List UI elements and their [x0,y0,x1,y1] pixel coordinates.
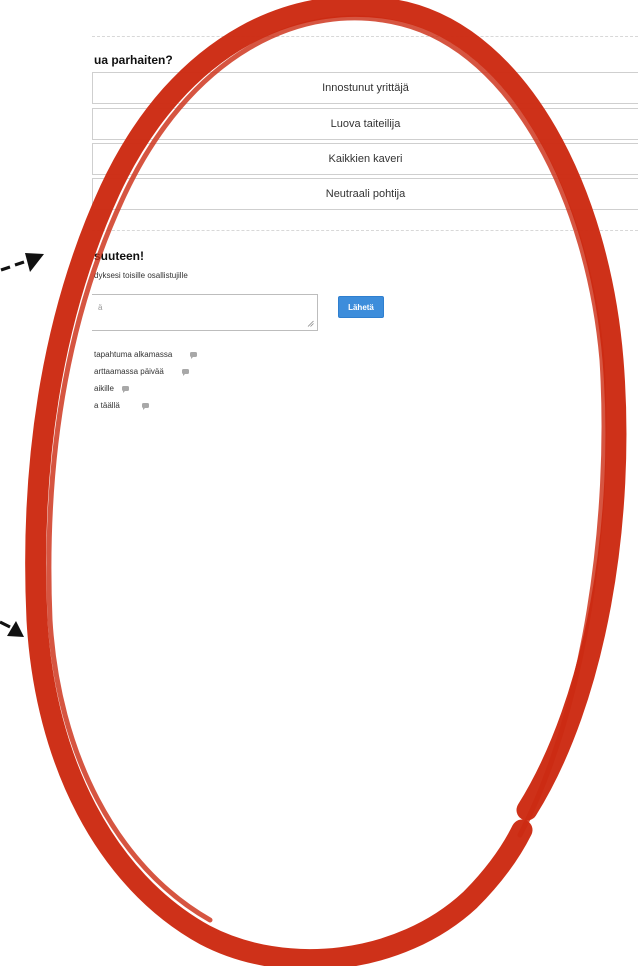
resize-handle-icon[interactable] [307,320,314,327]
comment-item: aikille [94,383,197,400]
comments-description: dyksesi toisille osallistujille [94,271,188,280]
poll-option-4[interactable]: Neutraali pohtija [92,178,638,210]
poll-question: ua parhaiten? [94,53,173,67]
comment-text: tapahtuma alkamassa [94,350,173,359]
poll-options: Innostunut yrittäjä Luova taiteilija Kai… [92,72,638,213]
send-button[interactable]: Lähetä [338,296,384,318]
poll-option-label: Innostunut yrittäjä [322,82,409,94]
arrow-upper [0,253,44,272]
section-divider [92,36,638,37]
comment-input[interactable]: ä [92,294,318,331]
comment-input-text: ä [98,303,103,312]
comment-bubble-icon[interactable] [122,386,130,393]
comment-item: arttaamassa päivää [94,366,197,383]
section-divider [92,230,638,231]
poll-option-1[interactable]: Innostunut yrittäjä [92,72,638,104]
comment-bubble-icon[interactable] [141,403,149,410]
poll-option-label: Neutraali pohtija [325,188,406,200]
comment-text: aikille [94,384,115,393]
poll-option-label: Luova taiteilija [330,118,401,130]
comment-item: a täällä [94,400,197,417]
poll-option-2[interactable]: Luova taiteilija [92,108,638,140]
comment-bubble-icon[interactable] [190,352,198,359]
comment-text: arttaamassa päivää [94,367,164,376]
comment-bubble-icon[interactable] [181,369,189,376]
poll-option-3[interactable]: Kaikkien kaveri [92,143,638,175]
comment-item: tapahtuma alkamassa [94,349,198,366]
comment-list: tapahtuma alkamassa arttaamassa päivää a… [94,349,198,417]
arrow-lower [0,620,24,637]
poll-option-label: Kaikkien kaveri [328,153,403,165]
comments-title: suuteen! [94,249,145,263]
comment-text: a täällä [94,401,120,410]
